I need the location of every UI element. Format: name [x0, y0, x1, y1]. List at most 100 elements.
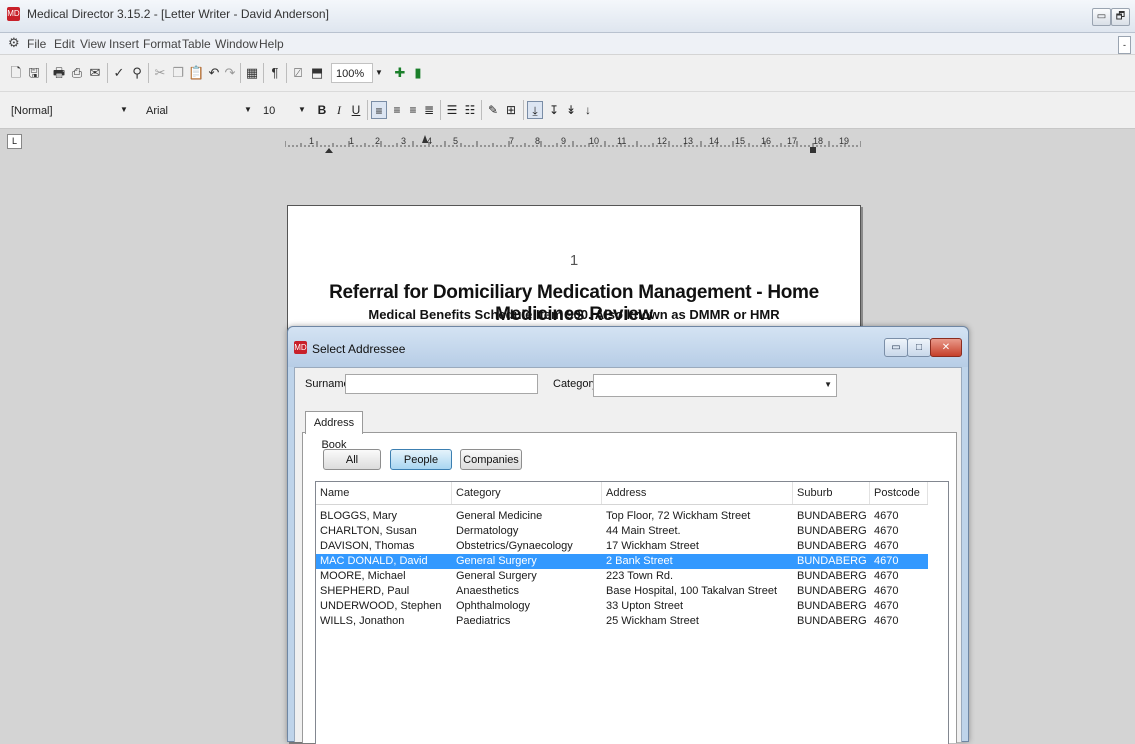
highlight-icon[interactable]: ✎	[485, 101, 501, 119]
surname-input[interactable]	[345, 374, 538, 394]
column-header-address[interactable]: Address	[602, 482, 793, 504]
style-combo[interactable]: [Normal]	[6, 100, 112, 120]
table-row[interactable]: UNDERWOOD, Stephen Ophthalmology 33 Upto…	[316, 599, 928, 614]
dialog-maximize-button[interactable]: □	[907, 338, 931, 357]
print-preview-icon[interactable]: ⎙	[69, 65, 85, 81]
cell-name: MAC DONALD, David	[320, 555, 428, 567]
insert-table-icon[interactable]: ▦	[244, 65, 260, 81]
addressee-list[interactable]: Name Category Address Suburb Postcode BL…	[315, 481, 949, 744]
dialog-title-bar[interactable]: MD Select Addressee ▭ □ ✕	[288, 327, 968, 367]
chevron-down-icon[interactable]: ▼	[824, 380, 832, 389]
menu-window[interactable]: Window	[215, 37, 258, 51]
menu-format[interactable]: Format	[143, 37, 181, 51]
text-box-icon[interactable]: ⍁	[290, 65, 306, 81]
tab-stop-decimal-icon[interactable]: ↓	[580, 101, 596, 119]
category-select[interactable]: ▼	[593, 374, 837, 397]
bold-button[interactable]: B	[314, 101, 330, 119]
chevron-down-icon[interactable]: ▼	[242, 100, 254, 120]
table-row[interactable]: MOORE, Michael General Surgery 223 Town …	[316, 569, 928, 584]
font-size-combo[interactable]: 10	[258, 100, 298, 120]
cell-name: CHARLTON, Susan	[320, 525, 417, 537]
document-subtitle[interactable]: Medical Benefits Schedule Item 900. Also…	[288, 307, 860, 322]
column-header-suburb[interactable]: Suburb	[793, 482, 870, 504]
title-bar[interactable]: MD Medical Director 3.15.2 - [Letter Wri…	[0, 0, 1135, 33]
table-row-selected[interactable]: MAC DONALD, David General Surgery 2 Bank…	[316, 554, 928, 569]
align-right-icon[interactable]: ≡	[405, 101, 421, 119]
spellcheck-icon[interactable]: ✓	[111, 65, 127, 81]
document-minimize-button[interactable]: -	[1118, 36, 1131, 54]
table-row[interactable]: SHEPHERD, Paul Anaesthetics Base Hospita…	[316, 584, 928, 599]
table-row[interactable]: WILLS, Jonathon Paediatrics 25 Wickham S…	[316, 614, 928, 629]
show-formatting-icon[interactable]: ¶	[267, 65, 283, 81]
redo-icon[interactable]: ↷	[222, 65, 238, 81]
tab-address-book[interactable]: Address Book	[305, 411, 363, 451]
cell-category: Obstetrics/Gynaecology	[456, 540, 573, 552]
horizontal-ruler[interactable]: 1 1 2 3 4 5 7 8 9 10 11 12 13 14 15 16 17 18 19	[285, 135, 861, 153]
minimize-icon: ▭	[1096, 11, 1107, 22]
undo-icon[interactable]: ↶	[206, 65, 222, 81]
chevron-down-icon[interactable]: ▼	[296, 100, 308, 120]
italic-button[interactable]: I	[331, 101, 347, 119]
tab-stop-right-icon[interactable]: ↡	[563, 101, 579, 119]
table-row[interactable]: CHARLTON, Susan Dermatology 44 Main Stre…	[316, 524, 928, 539]
cell-postcode: 4670	[874, 525, 899, 537]
insert-plus-icon[interactable]: ✚	[392, 65, 408, 81]
chevron-down-icon[interactable]: ▼	[373, 63, 385, 83]
print-icon[interactable]: 🖶	[51, 65, 67, 81]
table-row[interactable]: BLOGGS, Mary General Medicine Top Floor,…	[316, 509, 928, 524]
restore-button[interactable]: 🗗	[1111, 8, 1130, 26]
medical-director-icon[interactable]: MD	[7, 7, 20, 21]
tab-type-selector-icon[interactable]: L	[7, 134, 22, 149]
ruler-label: 5	[453, 136, 458, 146]
menu-edit[interactable]: Edit	[54, 37, 75, 51]
bullet-list-icon[interactable]: ☷	[462, 101, 478, 119]
cell-name: SHEPHERD, Paul	[320, 585, 410, 597]
dialog-close-button[interactable]: ✕	[930, 338, 962, 357]
copy-icon[interactable]: ❐	[170, 65, 186, 81]
cell-suburb: BUNDABERG	[797, 510, 867, 522]
save-icon[interactable]: 🖫	[26, 65, 42, 81]
cell-suburb: BUNDABERG	[797, 540, 867, 552]
column-header-postcode[interactable]: Postcode	[870, 482, 928, 504]
find-icon[interactable]: ⚲	[129, 65, 145, 81]
insert-field-icon[interactable]: ⬒	[309, 65, 325, 81]
font-combo[interactable]: Arial	[141, 100, 241, 120]
book-icon[interactable]: ▮	[410, 65, 426, 81]
underline-button[interactable]: U	[348, 101, 364, 119]
menu-file[interactable]: File	[27, 37, 46, 51]
ruler-label: 14	[709, 136, 719, 146]
numbered-list-icon[interactable]: ☰	[444, 101, 460, 119]
ruler-label: 1	[309, 136, 314, 146]
align-center-icon[interactable]: ≡	[389, 101, 405, 119]
zoom-combo[interactable]: 100%	[331, 63, 373, 83]
restore-icon: 🗗	[1115, 11, 1126, 22]
chevron-down-icon[interactable]: ▼	[118, 100, 130, 120]
column-header-name[interactable]: Name	[316, 482, 452, 504]
indent-marker-icon[interactable]	[325, 148, 333, 153]
tab-stop-center-icon[interactable]: ↧	[546, 101, 562, 119]
email-icon[interactable]: ✉	[87, 65, 103, 81]
justify-icon[interactable]: ≣	[421, 101, 437, 119]
cell-category: General Medicine	[456, 510, 543, 522]
filter-companies-button[interactable]: Companies	[460, 449, 522, 470]
menu-table[interactable]: Table	[182, 37, 211, 51]
minimize-button[interactable]: ▭	[1092, 8, 1111, 26]
dialog-minimize-button[interactable]: ▭	[884, 338, 908, 357]
right-indent-marker-icon[interactable]	[810, 147, 816, 153]
column-header-category[interactable]: Category	[452, 482, 602, 504]
new-document-icon[interactable]: 🗋	[8, 65, 24, 81]
tab-stop-left-icon[interactable]: ⤓	[527, 101, 543, 119]
menu-help[interactable]: Help	[259, 37, 284, 51]
document-control-icon[interactable]: ⚙	[8, 36, 22, 50]
align-left-icon[interactable]: ≡	[371, 101, 387, 119]
paragraph-settings-icon[interactable]: ⊞	[503, 101, 519, 119]
menu-view[interactable]: View	[80, 37, 106, 51]
address-book-panel: All People Companies Name Category Addre…	[302, 432, 957, 744]
filter-people-button[interactable]: People	[390, 449, 452, 470]
cut-icon[interactable]: ✂	[152, 65, 168, 81]
menu-insert[interactable]: Insert	[109, 37, 139, 51]
table-row[interactable]: DAVISON, Thomas Obstetrics/Gynaecology 1…	[316, 539, 928, 554]
paste-icon[interactable]: 📋	[188, 65, 204, 81]
cell-category: General Surgery	[456, 555, 537, 567]
page-number: 1	[569, 252, 579, 269]
